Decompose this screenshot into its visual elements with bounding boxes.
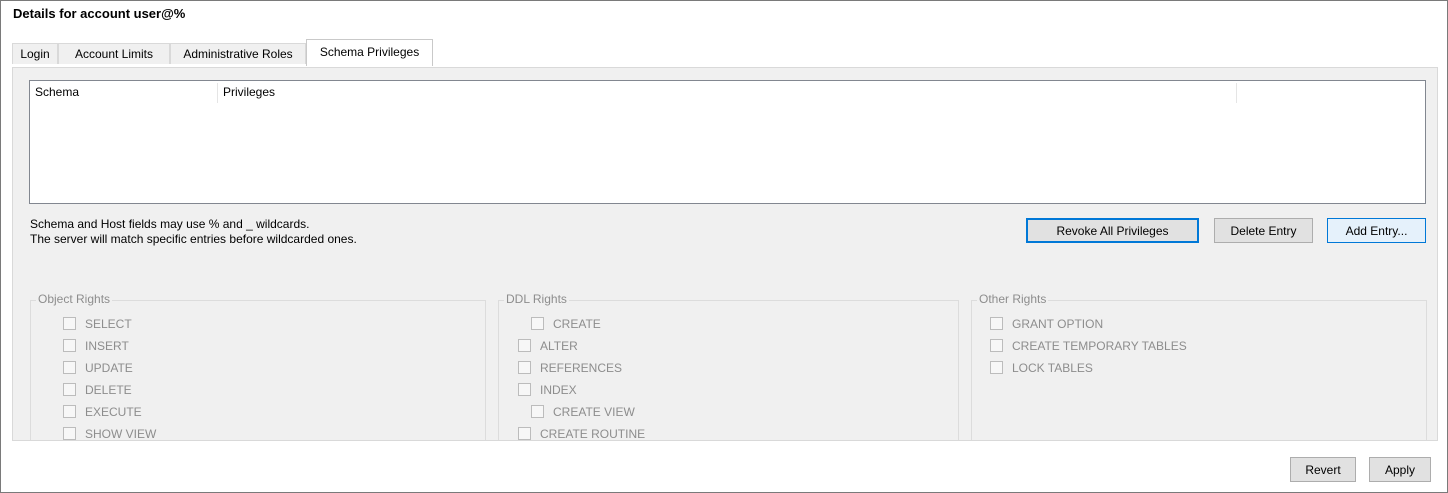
checkbox-execute[interactable]: EXECUTE <box>63 404 142 420</box>
matching-note: The server will match specific entries b… <box>30 232 357 246</box>
tab-administrative-roles[interactable]: Administrative Roles <box>170 43 306 64</box>
checkbox-label: SHOW VIEW <box>85 426 157 441</box>
checkbox-box[interactable] <box>63 361 76 375</box>
checkbox-box[interactable] <box>63 383 76 397</box>
checkbox-box[interactable] <box>990 361 1003 375</box>
wildcard-note: Schema and Host fields may use % and _ w… <box>30 217 310 231</box>
schema-privileges-table[interactable]: Schema Privileges <box>29 80 1426 204</box>
checkbox-box[interactable] <box>531 317 544 331</box>
checkbox-alter[interactable]: ALTER <box>518 338 578 354</box>
other-rights-legend: Other Rights <box>977 292 1049 306</box>
ddl-rights-group: DDL Rights CREATE ALTER REFERENCES INDEX… <box>498 292 959 441</box>
checkbox-label: REFERENCES <box>540 360 623 375</box>
column-header-schema[interactable]: Schema <box>30 81 217 104</box>
checkbox-label: INSERT <box>85 338 129 353</box>
checkbox-box[interactable] <box>531 405 544 419</box>
column-divider[interactable] <box>1236 83 1237 103</box>
checkbox-select[interactable]: SELECT <box>63 316 132 332</box>
checkbox-box[interactable] <box>518 361 531 375</box>
checkbox-create-temporary-tables[interactable]: CREATE TEMPORARY TABLES <box>990 338 1187 354</box>
checkbox-grant-option[interactable]: GRANT OPTION <box>990 316 1103 332</box>
checkbox-index[interactable]: INDEX <box>518 382 577 398</box>
tab-schema-privileges[interactable]: Schema Privileges <box>306 39 433 66</box>
checkbox-box[interactable] <box>518 339 531 353</box>
checkbox-label: INDEX <box>540 382 577 397</box>
object-rights-group: Object Rights SELECT INSERT UPDATE DELET… <box>30 292 486 441</box>
tab-login[interactable]: Login <box>12 43 58 64</box>
page-title: Details for account user@% <box>13 6 186 21</box>
checkbox-box[interactable] <box>63 405 76 419</box>
delete-entry-button[interactable]: Delete Entry <box>1214 218 1313 243</box>
checkbox-delete[interactable]: DELETE <box>63 382 132 398</box>
checkbox-label: ALTER <box>540 338 578 353</box>
column-header-privileges[interactable]: Privileges <box>218 81 1236 104</box>
tab-account-limits[interactable]: Account Limits <box>58 43 170 64</box>
checkbox-box[interactable] <box>990 339 1003 353</box>
checkbox-show-view[interactable]: SHOW VIEW <box>63 426 157 441</box>
checkbox-create[interactable]: CREATE <box>531 316 601 332</box>
checkbox-label: SELECT <box>85 316 132 331</box>
checkbox-label: GRANT OPTION <box>1012 316 1104 331</box>
checkbox-insert[interactable]: INSERT <box>63 338 129 354</box>
checkbox-references[interactable]: REFERENCES <box>518 360 622 376</box>
revoke-all-privileges-button[interactable]: Revoke All Privileges <box>1026 218 1199 243</box>
checkbox-label: LOCK TABLES <box>1012 360 1093 375</box>
checkbox-label: CREATE <box>553 316 601 331</box>
checkbox-create-routine[interactable]: CREATE ROUTINE <box>518 426 646 441</box>
object-rights-legend: Object Rights <box>36 292 113 306</box>
checkbox-box[interactable] <box>518 383 531 397</box>
apply-button[interactable]: Apply <box>1369 457 1431 482</box>
other-rights-group: Other Rights GRANT OPTION CREATE TEMPORA… <box>971 292 1427 440</box>
checkbox-label: EXECUTE <box>85 404 142 419</box>
checkbox-label: DELETE <box>85 382 132 397</box>
checkbox-box[interactable] <box>63 427 76 440</box>
checkbox-label: CREATE VIEW <box>553 404 635 419</box>
checkbox-box[interactable] <box>990 317 1003 331</box>
add-entry-button[interactable]: Add Entry... <box>1327 218 1426 243</box>
checkbox-create-view[interactable]: CREATE VIEW <box>531 404 635 420</box>
checkbox-box[interactable] <box>518 427 531 440</box>
checkbox-update[interactable]: UPDATE <box>63 360 133 376</box>
checkbox-box[interactable] <box>63 339 76 353</box>
schema-privileges-panel: Schema Privileges Schema and Host fields… <box>12 67 1438 441</box>
checkbox-lock-tables[interactable]: LOCK TABLES <box>990 360 1093 376</box>
account-details-window: Details for account user@% Login Account… <box>0 0 1448 493</box>
checkbox-label: CREATE TEMPORARY TABLES <box>1012 338 1187 353</box>
checkbox-label: CREATE ROUTINE <box>540 426 646 441</box>
checkbox-box[interactable] <box>63 317 76 331</box>
ddl-rights-legend: DDL Rights <box>504 292 569 306</box>
revert-button[interactable]: Revert <box>1290 457 1356 482</box>
checkbox-label: UPDATE <box>85 360 133 375</box>
